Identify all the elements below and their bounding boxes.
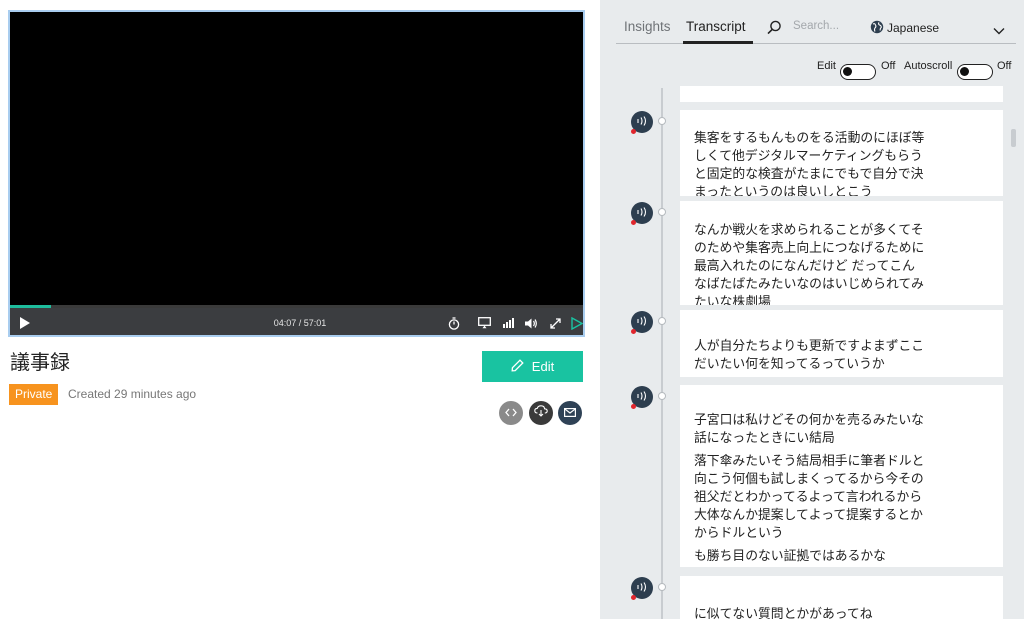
sound-wave-icon [636, 579, 648, 597]
play-icon[interactable] [18, 315, 32, 331]
playback-speed-icon[interactable] [447, 315, 461, 331]
search-icon[interactable] [767, 20, 782, 40]
edit-button-label: Edit [531, 359, 555, 374]
transcript-text: 人が自分たちよりも更新ですよまずここだいたい何を知ってるっていうか [680, 310, 1003, 374]
volume-icon[interactable] [524, 315, 538, 331]
timeline-node [658, 117, 666, 125]
embed-button[interactable] [499, 401, 523, 425]
transcript-block[interactable]: なんか戦火を求められることが多くてそのためや集客売上向上につなげるために最高入れ… [680, 201, 1003, 305]
tab-insights[interactable]: Insights [624, 19, 671, 34]
autoscroll-toggle-state: Off [997, 60, 1012, 72]
speaker-indicator-dot [631, 129, 636, 134]
chevron-down-icon[interactable] [993, 22, 1005, 40]
download-button[interactable] [529, 401, 553, 425]
privacy-badge: Private [9, 384, 59, 405]
panel-tabs: Insights Transcript Search... Japanese [616, 0, 1016, 44]
autoscroll-toggle[interactable] [957, 64, 993, 80]
active-tab-indicator [683, 41, 753, 44]
transcript-line: なんか戦火を求められることが多くてそのためや集客売上向上につなげるために最高入れ… [694, 223, 925, 305]
speaker-indicator-dot [631, 404, 636, 409]
language-selector[interactable]: Japanese [887, 21, 939, 35]
speaker-indicator-dot [631, 329, 636, 334]
play-outline-icon[interactable] [570, 315, 584, 331]
edit-toggle-label: Edit [817, 60, 836, 72]
created-timestamp: Created 29 minutes ago [68, 387, 197, 401]
media-pane: 04:07 / 57:01 議事録 Edit Private Created 2… [0, 0, 600, 619]
edit-button[interactable]: Edit [482, 351, 583, 382]
speaker-avatar[interactable] [631, 111, 653, 134]
speaker-avatar[interactable] [631, 386, 653, 409]
transcript-text: なんか戦火を求められることが多くてそのためや集客売上向上につなげるために最高入れ… [680, 201, 1003, 305]
envelope-icon [564, 404, 577, 422]
timeline-node [658, 317, 666, 325]
scrollbar-thumb[interactable] [1011, 129, 1016, 147]
transcript-text: 子宮口は私けどその何かを売るみたいな話になったときにい結局 落下傘みたいそう結局… [680, 385, 1003, 566]
sound-wave-icon [636, 204, 648, 222]
edit-toggle-state: Off [881, 60, 896, 72]
transcript-block[interactable]: 人が自分たちよりも更新ですよまずここだいたい何を知ってるっていうか [680, 310, 1003, 377]
transcript-block[interactable]: に似てない質問とかがあってね [680, 576, 1003, 619]
timeline-node [658, 392, 666, 400]
video-surface[interactable] [10, 12, 583, 305]
speaker-avatar[interactable] [631, 202, 653, 225]
sound-wave-icon [636, 313, 648, 331]
transcript-line: 落下傘みたいそう結局相手に筆者ドルと向こう何個も試しまくってるから今その祖父だと… [694, 454, 925, 541]
globe-icon [870, 20, 884, 39]
transcript-line: に似てない質問とかがあってね [694, 607, 873, 619]
video-indexer-page: 04:07 / 57:01 議事録 Edit Private Created 2… [0, 0, 1024, 619]
timeline-node [658, 208, 666, 216]
sound-wave-icon [636, 388, 648, 406]
fullscreen-icon[interactable] [548, 315, 562, 331]
pencil-icon [511, 358, 524, 375]
speaker-indicator-dot [631, 220, 636, 225]
transcript-line: 子宮口は私けどその何かを売るみたいな話になったときにい結局 [694, 413, 924, 446]
share-email-button[interactable] [558, 401, 582, 425]
speaker-avatar[interactable] [631, 577, 653, 600]
transcript-line: も勝ち目のない証拠ではあるかな [694, 549, 886, 564]
code-icon [505, 404, 517, 422]
sound-wave-icon [636, 113, 648, 131]
cloud-download-icon [534, 404, 548, 422]
quality-icon[interactable] [501, 315, 515, 331]
timeline-node [658, 583, 666, 591]
transcript-text: 集客をするもんものをる活動のにほぼ等しくて他デジタルマーケティングもらうと固定的… [680, 110, 1003, 196]
transcript-block[interactable]: 子宮口は私けどその何かを売るみたいな話になったときにい結局 落下傘みたいそう結局… [680, 385, 1003, 567]
video-player[interactable]: 04:07 / 57:01 [8, 10, 585, 337]
autoscroll-toggle-label: Autoscroll [904, 60, 953, 72]
edit-toggle[interactable] [840, 64, 876, 80]
player-controls: 04:07 / 57:01 [10, 308, 583, 335]
transcript-line: 集客をするもんものをる活動のにほぼ等しくて他デジタルマーケティングもらうと固定的… [694, 131, 925, 196]
edit-toggle-knob [843, 67, 852, 76]
transcript-timeline [661, 88, 663, 619]
transcript-line: 人が自分たちよりも更新ですよまずここだいたい何を知ってるっていうか [694, 339, 925, 372]
transcript-text: に似てない質問とかがあってね [680, 576, 1003, 619]
speaker-indicator-dot [631, 595, 636, 600]
transcript-block[interactable]: 集客をするもんものをる活動のにほぼ等しくて他デジタルマーケティングもらうと固定的… [680, 110, 1003, 196]
media-title: 議事録 [10, 350, 70, 374]
insights-panel: Insights Transcript Search... Japanese E… [600, 0, 1024, 619]
autoscroll-toggle-knob [960, 67, 969, 76]
time-display: 04:07 / 57:01 [273, 318, 327, 328]
search-input[interactable]: Search... [793, 20, 839, 32]
transcript-block-partial [680, 86, 1003, 102]
speaker-avatar[interactable] [631, 311, 653, 334]
tab-transcript[interactable]: Transcript [686, 19, 746, 34]
captions-icon[interactable] [477, 315, 491, 331]
